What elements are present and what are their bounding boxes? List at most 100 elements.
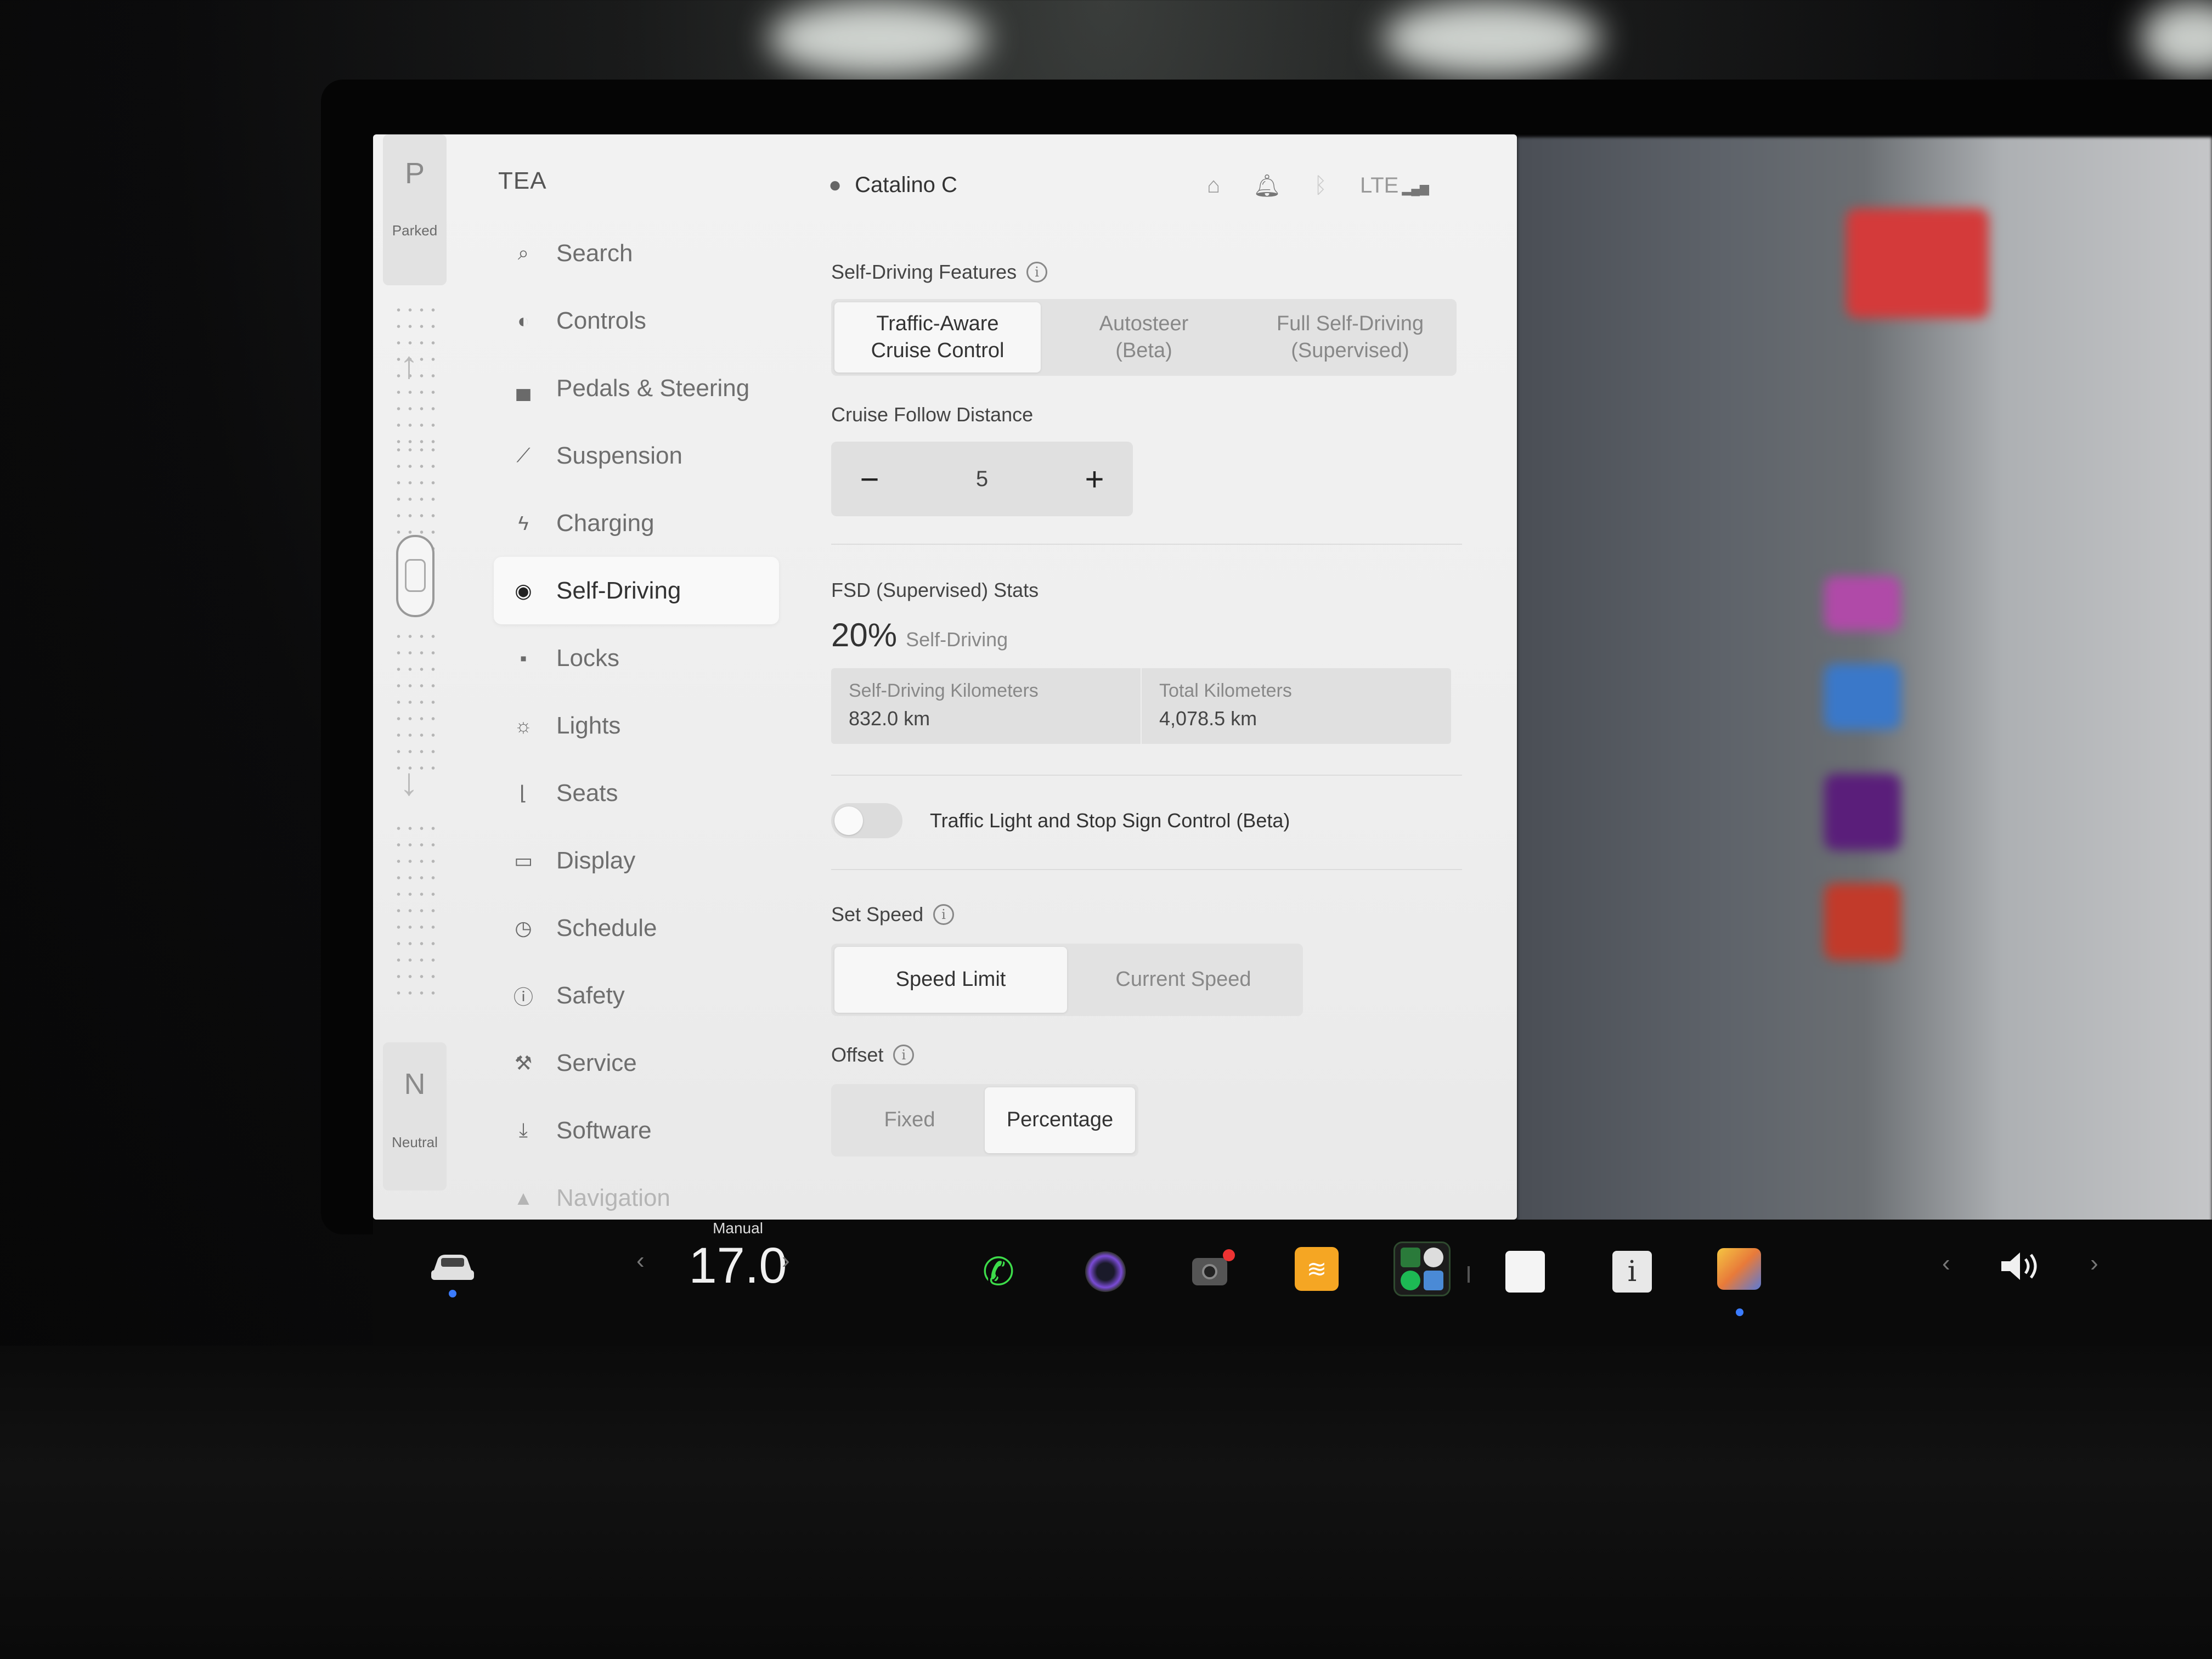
info-icon[interactable]: i bbox=[1026, 262, 1048, 283]
stats-key: Total Kilometers bbox=[1159, 680, 1292, 701]
offset-title: Offset bbox=[831, 1043, 884, 1066]
features-title: Self-Driving Features bbox=[831, 261, 1017, 283]
stats-value: 4,078.5 km bbox=[1159, 707, 1257, 730]
user-name: Catalino C bbox=[855, 173, 957, 197]
menu-item-label: Lights bbox=[556, 712, 621, 739]
follow-plus-button[interactable]: + bbox=[1056, 460, 1133, 498]
menu-item-label: Software bbox=[556, 1116, 652, 1144]
sun-icon: ☼ bbox=[514, 714, 533, 737]
user-icon: ● bbox=[828, 173, 842, 197]
menu-item-label: Search bbox=[556, 239, 633, 267]
settings-panel: P Parked ↑ ↓ N Neutral TEA ⌕ Search ◐ Cont… bbox=[373, 134, 1517, 1220]
phone-icon: ✆ bbox=[982, 1250, 1015, 1293]
phone-app[interactable]: ✆ bbox=[971, 1247, 1026, 1296]
menu-item-display[interactable]: ▭ Display bbox=[494, 827, 779, 894]
bell-icon[interactable]: 🔔︎ bbox=[1253, 173, 1281, 199]
map-panel bbox=[1517, 137, 2212, 1226]
temp-down-button[interactable]: ‹ bbox=[636, 1247, 645, 1274]
divider bbox=[831, 544, 1462, 545]
download-icon: ⤓ bbox=[519, 1119, 528, 1141]
car-button[interactable] bbox=[425, 1242, 480, 1291]
stats-title-text: FSD (Supervised) Stats bbox=[831, 579, 1039, 601]
gear-park-letter: P bbox=[404, 157, 425, 190]
feature-line: Autosteer bbox=[1099, 312, 1189, 335]
feature-option-autosteer[interactable]: Autosteer (Beta) bbox=[1041, 302, 1247, 373]
stats-value: 832.0 km bbox=[849, 707, 930, 730]
gear-park[interactable]: P Parked bbox=[383, 134, 447, 285]
dashcam-app[interactable] bbox=[1078, 1247, 1133, 1296]
seat-icon: ⌊ bbox=[519, 781, 528, 804]
offset-option-percentage[interactable]: Percentage bbox=[985, 1087, 1135, 1153]
stats-percentage-row: 20% Self-Driving bbox=[831, 616, 1462, 654]
feature-option-tacc[interactable]: Traffic-Aware Cruise Control bbox=[834, 302, 1041, 373]
bluetooth-icon[interactable]: ᛒ bbox=[1314, 173, 1327, 198]
garage-icon[interactable]: ⌂ bbox=[1207, 173, 1220, 198]
speed-option-current[interactable]: Current Speed bbox=[1067, 947, 1300, 1013]
user-profile[interactable]: ● Catalino C bbox=[828, 173, 957, 198]
info-icon[interactable]: i bbox=[933, 904, 955, 925]
calendar-app[interactable] bbox=[1498, 1247, 1553, 1296]
menu-item-label: Safety bbox=[556, 981, 625, 1009]
menu-item-suspension[interactable]: ⟋ Suspension bbox=[494, 422, 779, 489]
menu-item-lights[interactable]: ☼ Lights bbox=[494, 692, 779, 759]
audible-app[interactable]: ≋ bbox=[1295, 1247, 1339, 1291]
menu-item-search[interactable]: ⌕ Search bbox=[494, 219, 779, 287]
camera-app[interactable] bbox=[1182, 1247, 1237, 1296]
offset-option-fixed[interactable]: Fixed bbox=[834, 1087, 985, 1153]
follow-minus-button[interactable]: − bbox=[831, 460, 908, 498]
volume-button[interactable] bbox=[1997, 1247, 2046, 1285]
follow-distance-stepper: − 5 + bbox=[831, 442, 1133, 516]
menu-item-schedule[interactable]: ◷ Schedule bbox=[494, 894, 779, 962]
menu-item-pedals-steering[interactable]: ▄ Pedals & Steering bbox=[494, 354, 779, 422]
stats-percentage-label: Self-Driving bbox=[906, 628, 1008, 651]
taskbar: ‹ Manual 17.0 › ✆ ≋ i ‹ › bbox=[373, 1220, 2212, 1346]
menu-title: TEA bbox=[498, 167, 547, 194]
lock-icon: ▪ bbox=[520, 646, 527, 669]
gear-neutral-label: Neutral bbox=[392, 1134, 438, 1150]
toggle-icon: ◐ bbox=[517, 309, 529, 332]
chevron-left-icon: ‹ bbox=[1942, 1250, 1950, 1277]
taskbar-separator bbox=[1468, 1266, 1470, 1283]
menu-item-service[interactable]: ⚒ Service bbox=[494, 1029, 779, 1097]
toggle-knob bbox=[834, 806, 863, 835]
menu-item-seats[interactable]: ⌊ Seats bbox=[494, 759, 779, 827]
menu-item-charging[interactable]: ϟ Charging bbox=[494, 489, 779, 557]
service-icon: ⚒ bbox=[514, 1051, 533, 1074]
light-show-app[interactable] bbox=[1712, 1244, 1767, 1294]
volume-down-button[interactable]: ‹ bbox=[1942, 1250, 1950, 1277]
menu-item-self-driving[interactable]: ◉ Self-Driving bbox=[494, 557, 779, 624]
active-dot bbox=[1736, 1308, 1743, 1316]
calendar-icon bbox=[1498, 1247, 1553, 1296]
manual-app[interactable]: i bbox=[1605, 1247, 1660, 1296]
features-selector: Traffic-Aware Cruise Control Autosteer (Be… bbox=[831, 299, 1457, 376]
temp-up-button[interactable]: › bbox=[782, 1247, 790, 1274]
status-icons: ⌂ 🔔︎ ᛒ LTE ▂▄▆ bbox=[1207, 173, 1429, 199]
feature-line: Cruise Control bbox=[871, 339, 1005, 362]
menu-item-locks[interactable]: ▪ Locks bbox=[494, 624, 779, 692]
info-book-icon: i bbox=[1605, 1247, 1660, 1296]
menu-item-label: Self-Driving bbox=[556, 577, 681, 604]
feature-line: (Supervised) bbox=[1291, 339, 1409, 362]
alert-icon: ⓘ bbox=[513, 985, 533, 1008]
gear-neutral[interactable]: N Neutral bbox=[383, 1042, 447, 1190]
volume-up-button[interactable]: › bbox=[2090, 1250, 2098, 1277]
menu-item-software[interactable]: ⤓ Software bbox=[494, 1097, 779, 1164]
menu-item-label: Display bbox=[556, 847, 636, 874]
menu-item-navigation[interactable]: ▲ Navigation bbox=[494, 1164, 779, 1220]
menu-item-controls[interactable]: ◐ Controls bbox=[494, 287, 779, 354]
traffic-light-toggle[interactable] bbox=[831, 803, 902, 838]
toybox-app[interactable] bbox=[1393, 1242, 1451, 1296]
temp-value: 17.0 bbox=[689, 1238, 787, 1294]
menu-item-safety[interactable]: ⓘ Safety bbox=[494, 962, 779, 1029]
info-icon[interactable]: i bbox=[893, 1045, 915, 1065]
menu-item-label: Navigation bbox=[556, 1184, 670, 1211]
speed-option-limit[interactable]: Speed Limit bbox=[834, 947, 1067, 1013]
climate-temp[interactable]: Manual 17.0 bbox=[683, 1220, 793, 1295]
chevron-right-icon: › bbox=[2090, 1250, 2098, 1277]
gear-selector[interactable]: P Parked ↑ ↓ N Neutral bbox=[383, 134, 449, 1220]
feature-option-fsd[interactable]: Full Self-Driving (Supervised) bbox=[1247, 302, 1453, 373]
follow-distance-value: 5 bbox=[975, 466, 989, 491]
apps-grid-icon bbox=[1393, 1242, 1451, 1296]
steering-wheel-icon: ◉ bbox=[515, 579, 532, 602]
menu-item-label: Suspension bbox=[556, 442, 682, 469]
